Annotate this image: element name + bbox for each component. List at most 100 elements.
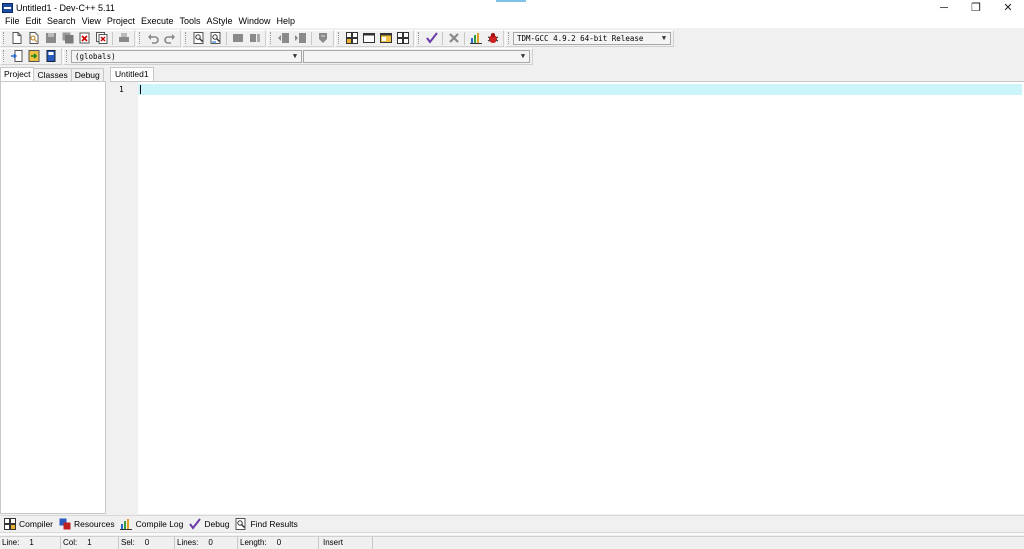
tab-project[interactable]: Project bbox=[0, 67, 35, 81]
minimize-button[interactable]: ─ bbox=[928, 0, 960, 15]
status-line: Line: 1 bbox=[0, 537, 61, 549]
status-insert-mode: Insert bbox=[319, 537, 373, 549]
class-toolbar: (globals) ▼ ▼ bbox=[63, 47, 533, 65]
menu-project[interactable]: Project bbox=[104, 15, 138, 28]
bookmark-icon[interactable] bbox=[231, 32, 244, 45]
indent-toolbar bbox=[267, 29, 334, 47]
find-icon[interactable] bbox=[192, 32, 205, 45]
redo-icon[interactable] bbox=[163, 32, 176, 45]
window-title: Untitled1 - Dev-C++ 5.11 bbox=[16, 2, 115, 13]
goto-declaration-icon[interactable] bbox=[27, 50, 40, 63]
view-toolbar bbox=[335, 29, 414, 47]
scope-select[interactable]: (globals) ▼ bbox=[70, 49, 302, 63]
title-highlight bbox=[496, 0, 526, 2]
status-line-value: 1 bbox=[29, 538, 34, 547]
undo-icon[interactable] bbox=[146, 32, 159, 45]
toolbar-grip[interactable] bbox=[338, 32, 341, 44]
compile-toolbar bbox=[415, 29, 504, 47]
find-icon bbox=[234, 518, 247, 531]
chevron-down-icon[interactable]: ▼ bbox=[660, 34, 668, 43]
open-file-icon[interactable] bbox=[27, 32, 40, 45]
menu-edit[interactable]: Edit bbox=[23, 15, 45, 28]
compiler-select[interactable]: TDM-GCC 4.9.2 64-bit Release ▼ bbox=[512, 31, 671, 45]
tab-compile-log[interactable]: Compile Log bbox=[120, 518, 183, 531]
tab-resources-label: Resources bbox=[74, 519, 115, 529]
status-mode: Insert bbox=[323, 538, 344, 547]
restore-button[interactable]: ❐ bbox=[960, 0, 992, 15]
toggle-comment-icon[interactable] bbox=[316, 32, 329, 45]
tab-find-results[interactable]: Find Results bbox=[234, 518, 298, 531]
toolbar-grip[interactable] bbox=[3, 32, 6, 44]
compiler-select-value: TDM-GCC 4.9.2 64-bit Release bbox=[516, 33, 644, 43]
unindent-icon[interactable] bbox=[294, 32, 307, 45]
save-all-icon[interactable] bbox=[61, 32, 74, 45]
fullscreen-icon[interactable] bbox=[362, 32, 375, 45]
search-toolbar bbox=[182, 29, 266, 47]
text-caret bbox=[140, 85, 141, 94]
status-col-label: Col: bbox=[63, 538, 78, 547]
menu-execute[interactable]: Execute bbox=[138, 15, 177, 28]
class-browser-icon[interactable] bbox=[379, 32, 392, 45]
menu-window[interactable]: Window bbox=[236, 15, 274, 28]
chevron-down-icon[interactable]: ▼ bbox=[519, 52, 527, 61]
main-toolbar: TDM-GCC 4.9.2 64-bit Release ▼ bbox=[0, 29, 1024, 47]
secondary-toolbar: (globals) ▼ ▼ bbox=[0, 47, 1024, 65]
project-view-icon[interactable] bbox=[345, 32, 358, 45]
indent-icon[interactable] bbox=[277, 32, 290, 45]
tab-resources[interactable]: Resources bbox=[58, 518, 115, 531]
menu-file[interactable]: File bbox=[2, 15, 23, 28]
line-number: 1 bbox=[119, 85, 124, 94]
print-icon[interactable] bbox=[117, 32, 130, 45]
toolbar-grip[interactable] bbox=[185, 32, 188, 44]
menu-help[interactable]: Help bbox=[274, 15, 299, 28]
menu-search[interactable]: Search bbox=[44, 15, 79, 28]
tab-debug[interactable]: Debug bbox=[70, 68, 104, 81]
code-editor[interactable]: 1 bbox=[110, 81, 1024, 514]
new-file-icon[interactable] bbox=[10, 32, 23, 45]
compiler-toolbar: TDM-GCC 4.9.2 64-bit Release ▼ bbox=[505, 29, 674, 47]
check-syntax-icon[interactable] bbox=[425, 32, 438, 45]
tile-windows-icon[interactable] bbox=[396, 32, 409, 45]
profile-chart-icon[interactable] bbox=[469, 32, 482, 45]
close-file-icon[interactable] bbox=[78, 32, 91, 45]
tab-untitled1[interactable]: Untitled1 bbox=[110, 67, 154, 81]
insert-icon[interactable] bbox=[10, 50, 23, 63]
stop-icon[interactable] bbox=[447, 32, 460, 45]
file-toolbar bbox=[0, 29, 135, 47]
toolbar-grip[interactable] bbox=[270, 32, 273, 44]
debug-bug-icon[interactable] bbox=[486, 32, 499, 45]
toolbar-grip[interactable] bbox=[139, 32, 142, 44]
window-controls: ─ ❐ ✕ bbox=[928, 0, 1024, 15]
replace-icon[interactable] bbox=[209, 32, 222, 45]
close-button[interactable]: ✕ bbox=[992, 0, 1024, 15]
member-select[interactable]: ▼ bbox=[302, 49, 530, 63]
goto-line-icon[interactable] bbox=[248, 32, 261, 45]
menu-astyle[interactable]: AStyle bbox=[203, 15, 235, 28]
tab-classes[interactable]: Classes bbox=[33, 68, 72, 81]
edit-toolbar bbox=[136, 29, 181, 47]
toolbar-grip[interactable] bbox=[508, 32, 511, 44]
save-icon[interactable] bbox=[44, 32, 57, 45]
title-bar: Untitled1 - Dev-C++ 5.11 ─ ❐ ✕ bbox=[0, 0, 1024, 15]
project-toolbar bbox=[0, 47, 62, 65]
toolbar-separator bbox=[226, 31, 227, 45]
toolbar-grip[interactable] bbox=[418, 32, 421, 44]
goto-definition-icon[interactable] bbox=[44, 50, 57, 63]
menu-view[interactable]: View bbox=[79, 15, 104, 28]
bar-chart-icon bbox=[120, 518, 133, 531]
toolbar-grip[interactable] bbox=[66, 50, 69, 62]
bottom-panel-tabs: Compiler Resources Compile Log Debug Fin… bbox=[0, 515, 1024, 532]
scope-select-value: (globals) bbox=[74, 51, 116, 61]
status-length-label: Length: bbox=[240, 538, 267, 547]
status-length-value: 0 bbox=[276, 538, 282, 547]
tab-debug-output[interactable]: Debug bbox=[188, 518, 229, 531]
close-all-icon[interactable] bbox=[95, 32, 108, 45]
toolbar-grip[interactable] bbox=[3, 50, 6, 62]
status-sel-label: Sel: bbox=[121, 538, 135, 547]
menu-tools[interactable]: Tools bbox=[176, 15, 203, 28]
tab-compiler[interactable]: Compiler bbox=[3, 518, 53, 531]
project-browser[interactable] bbox=[0, 81, 106, 514]
tab-compiler-label: Compiler bbox=[19, 519, 54, 529]
devcpp-app-icon[interactable] bbox=[2, 2, 13, 13]
chevron-down-icon[interactable]: ▼ bbox=[291, 52, 299, 61]
